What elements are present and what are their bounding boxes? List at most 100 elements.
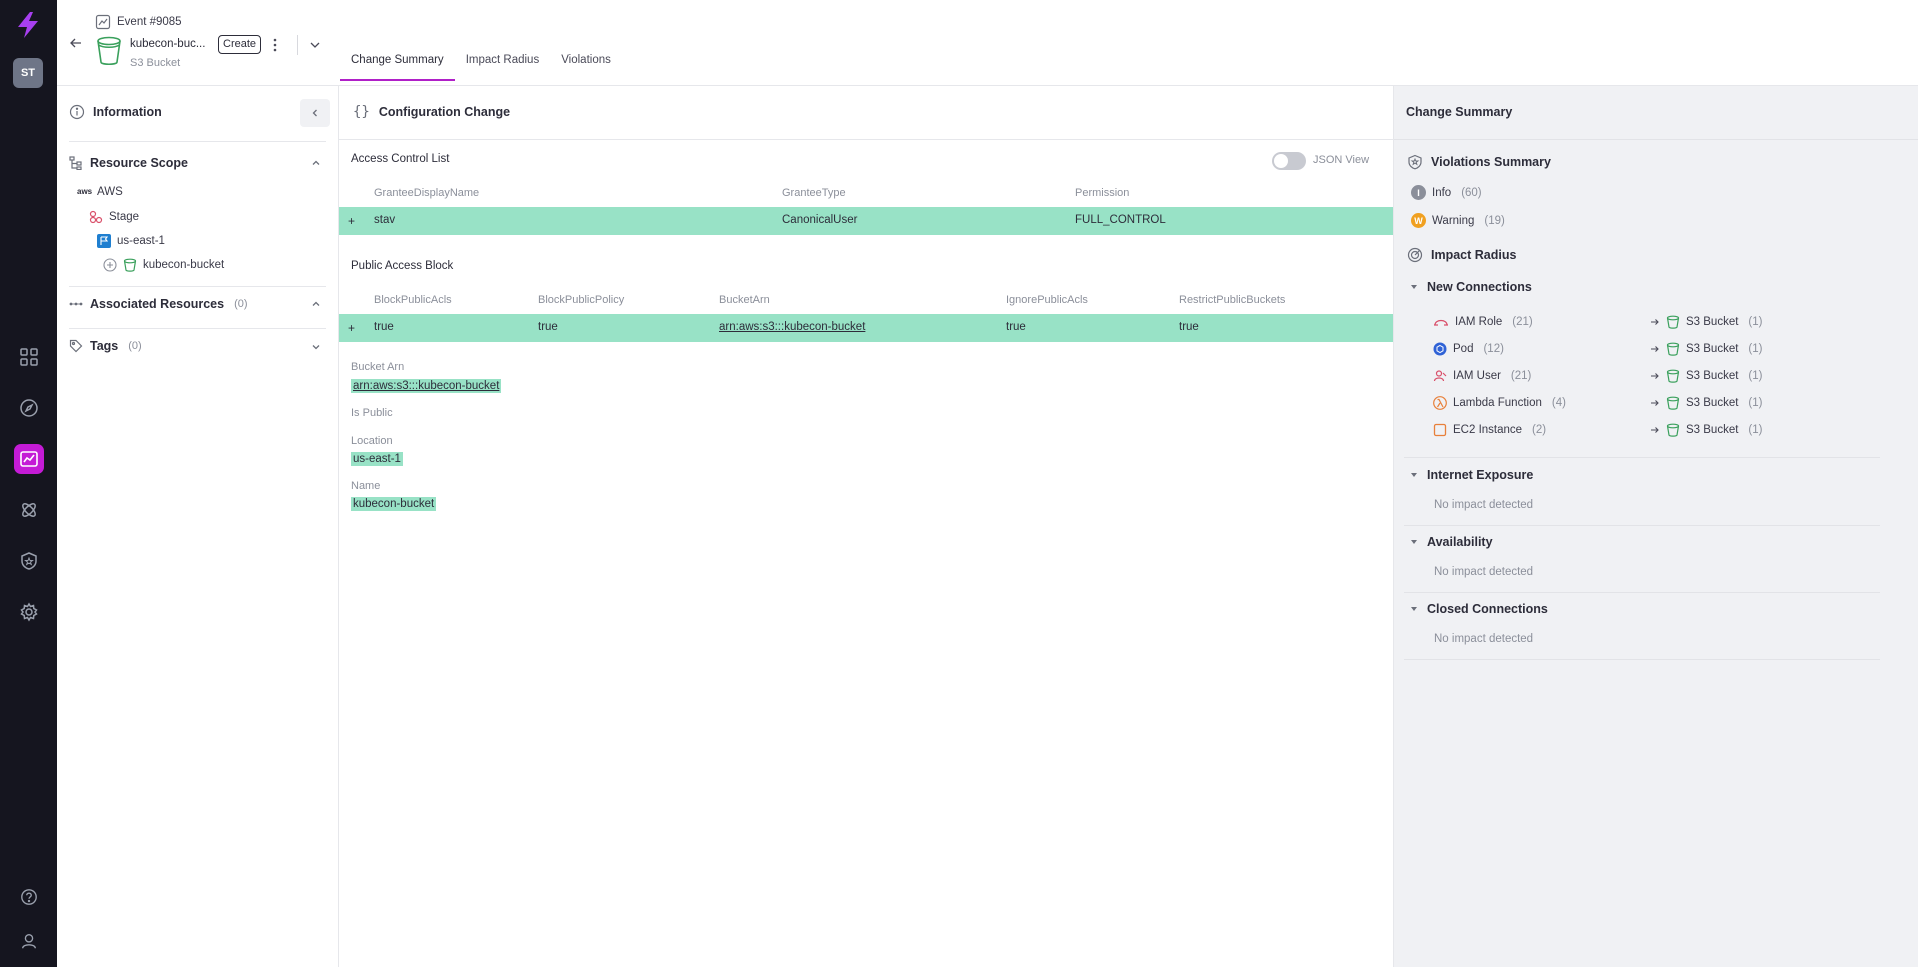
table-cell: true: [1179, 321, 1199, 333]
table-row: + true true arn:aws:s3:::kubecon-bucket …: [339, 314, 1393, 342]
back-arrow-icon[interactable]: [69, 36, 83, 50]
resource-scope-header[interactable]: Resource Scope: [69, 156, 188, 170]
caret-down-icon: [1410, 283, 1418, 291]
connection-source-label: IAM Role: [1455, 316, 1503, 328]
connection-target[interactable]: S3 Bucket (1): [1650, 396, 1762, 410]
avatar[interactable]: ST: [13, 58, 43, 88]
chevron-down-icon[interactable]: [311, 342, 321, 352]
violation-count: (60): [1461, 186, 1482, 199]
connection-target[interactable]: S3 Bucket (1): [1650, 423, 1762, 437]
help-icon[interactable]: [14, 882, 44, 912]
section-title: Closed Connections: [1427, 602, 1548, 616]
change-summary-title: Change Summary: [1406, 105, 1513, 119]
associated-count: (0): [234, 298, 248, 310]
link-dots-icon: [69, 297, 83, 311]
tab-change-summary[interactable]: Change Summary: [340, 50, 455, 81]
collapse-panel-button[interactable]: [300, 99, 330, 127]
table-cell: stav: [374, 214, 396, 226]
connection-target[interactable]: S3 Bucket (1): [1650, 315, 1762, 329]
violation-warning-item[interactable]: W Warning (19): [1411, 213, 1505, 228]
connection-source[interactable]: IAM User (21): [1433, 369, 1531, 383]
environment-icon: [89, 210, 103, 224]
tags-header[interactable]: Tags (0): [69, 339, 142, 353]
tree-item-bucket[interactable]: kubecon-bucket: [103, 258, 224, 272]
information-title: Information: [93, 105, 162, 119]
connection-source[interactable]: Lambda Function (4): [1433, 396, 1566, 410]
resource-name: kubecon-buc...: [130, 38, 206, 50]
change-summary-panel: Change Summary Violations Summary I Info…: [1393, 86, 1918, 967]
s3-bucket-icon: [123, 258, 137, 272]
radar-icon: [1407, 247, 1423, 263]
shield-icon[interactable]: [14, 546, 44, 576]
caret-down-icon: [1410, 538, 1418, 546]
compass-icon[interactable]: [14, 393, 44, 423]
tags-count: (0): [128, 340, 142, 352]
tree-item-region[interactable]: us-east-1: [97, 234, 165, 248]
field-label: Location: [351, 435, 393, 447]
connection-target-label: S3 Bucket: [1686, 370, 1739, 382]
resource-type: S3 Bucket: [130, 57, 181, 69]
acl-title: Access Control List: [351, 153, 450, 165]
braces-icon: {}: [353, 104, 370, 120]
divider: [1404, 457, 1880, 458]
tab-violations[interactable]: Violations: [550, 50, 622, 81]
add-circle-icon[interactable]: [103, 258, 117, 272]
s3-bucket-icon: [1666, 342, 1680, 356]
bucket-arn-link[interactable]: arn:aws:s3:::kubecon-bucket: [719, 321, 865, 333]
violation-info-item[interactable]: I Info (60): [1411, 185, 1482, 200]
bucket-arn-value[interactable]: arn:aws:s3:::kubecon-bucket: [351, 379, 502, 393]
connection-target[interactable]: S3 Bucket (1): [1650, 369, 1762, 383]
lambda-icon: [1433, 396, 1447, 410]
divider: [69, 141, 326, 142]
pod-icon: [1433, 342, 1447, 356]
impact-radius-title: Impact Radius: [1431, 248, 1517, 262]
badge-shield-icon: [1407, 154, 1423, 170]
s3-bucket-icon: [96, 36, 122, 66]
impact-radius-header: Impact Radius: [1407, 247, 1516, 263]
table-row: + stav CanonicalUser FULL_CONTROL: [339, 207, 1393, 235]
user-icon[interactable]: [14, 926, 44, 956]
associated-resources-title: Associated Resources: [90, 297, 225, 311]
dashboard-icon[interactable]: [14, 342, 44, 372]
arrow-right-icon: [1650, 371, 1660, 381]
availability-header[interactable]: Availability: [1410, 535, 1493, 549]
associated-resources-header[interactable]: Associated Resources (0): [69, 297, 248, 311]
app-logo-icon[interactable]: [13, 10, 43, 40]
location-value: us-east-1: [351, 452, 403, 466]
region-flag-icon: [97, 234, 111, 248]
s3-bucket-icon: [1666, 423, 1680, 437]
field-label: Is Public: [351, 407, 393, 419]
connection-source-label: Pod: [1453, 343, 1474, 355]
connection-source[interactable]: IAM Role (21): [1433, 315, 1533, 329]
chevron-down-icon[interactable]: [309, 40, 321, 50]
section-title: Internet Exposure: [1427, 468, 1534, 482]
tree-item-aws[interactable]: aws AWS: [77, 186, 123, 198]
aws-logo-icon: aws: [77, 187, 93, 196]
chevron-up-icon[interactable]: [311, 299, 321, 309]
tree-item-stage[interactable]: Stage: [89, 210, 139, 224]
tree-item-label: us-east-1: [117, 235, 165, 247]
settings-icon[interactable]: [14, 597, 44, 627]
section-title: Availability: [1427, 535, 1493, 549]
tab-bar: Change Summary Impact Radius Violations: [340, 50, 622, 81]
json-view-toggle[interactable]: [1272, 152, 1306, 170]
arrow-right-icon: [1650, 344, 1660, 354]
iam-role-icon: [1433, 315, 1449, 329]
info-icon: [69, 104, 85, 120]
connection-source[interactable]: EC2 Instance (2): [1433, 423, 1546, 437]
configuration-change-header: {} Configuration Change: [353, 104, 510, 120]
connection-source[interactable]: Pod (12): [1433, 342, 1504, 356]
connection-target[interactable]: S3 Bucket (1): [1650, 342, 1762, 356]
chevron-up-icon[interactable]: [311, 158, 321, 168]
info-badge-icon: I: [1411, 185, 1426, 200]
violation-label: Warning: [1432, 214, 1475, 227]
integrations-icon[interactable]: [14, 495, 44, 525]
closed-connections-header[interactable]: Closed Connections: [1410, 602, 1548, 616]
tab-impact-radius[interactable]: Impact Radius: [455, 50, 551, 81]
json-view-label: JSON View: [1313, 154, 1370, 166]
internet-exposure-header[interactable]: Internet Exposure: [1410, 468, 1533, 482]
events-icon[interactable]: [14, 444, 44, 474]
public-access-block-title: Public Access Block: [351, 260, 454, 272]
more-options-icon[interactable]: [272, 37, 278, 53]
new-connections-header[interactable]: New Connections: [1410, 280, 1532, 294]
